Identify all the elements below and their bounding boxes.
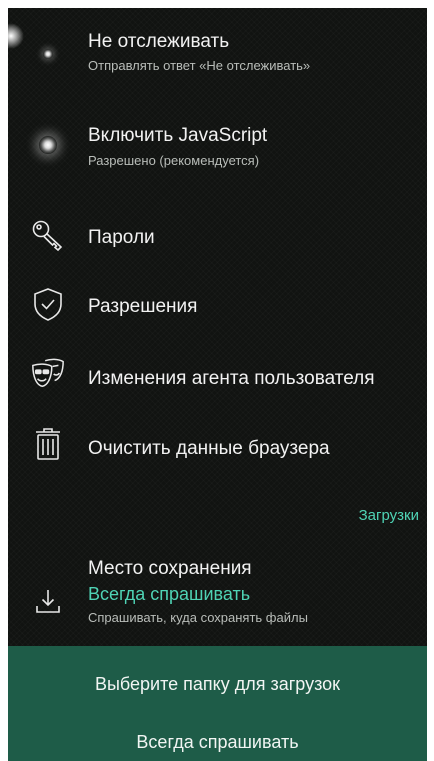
trash-icon: [30, 426, 66, 462]
setting-javascript[interactable]: Включить JavaScript Разрешено (рекоменду…: [8, 118, 427, 188]
setting-subtitle: Отправлять ответ «Не отслеживать»: [88, 58, 311, 73]
section-header-downloads: Загрузки: [358, 507, 419, 524]
setting-subtitle: Спрашивать, куда сохранять файлы: [88, 610, 308, 625]
setting-value: Всегда спрашивать: [88, 584, 251, 604]
setting-title: Разрешения: [88, 296, 198, 317]
setting-title: Место сохранения: [88, 558, 252, 579]
setting-download-location[interactable]: Место сохранения Всегда спрашивать Спраш…: [8, 553, 427, 633]
setting-clear-data[interactable]: Очистить данные браузера: [8, 421, 427, 471]
setting-title: Не отслеживать: [88, 31, 230, 52]
sheet-option-always-ask[interactable]: Всегда спрашивать: [8, 732, 427, 753]
glow-dot-icon: [30, 36, 66, 72]
setting-do-not-track[interactable]: Не отслеживать Отправлять ответ «Не отсл…: [8, 26, 427, 96]
settings-screen: Не отслеживать Отправлять ответ «Не отсл…: [8, 8, 427, 761]
download-folder-sheet: Выберите папку для загрузок Всегда спраш…: [8, 646, 427, 761]
shield-check-icon: [30, 286, 66, 322]
key-icon: [30, 218, 66, 254]
download-icon: [30, 583, 66, 619]
setting-title: Изменения агента пользователя: [88, 368, 375, 389]
setting-title: Очистить данные браузера: [88, 438, 330, 459]
setting-title: Включить JavaScript: [88, 125, 268, 146]
sheet-title: Выберите папку для загрузок: [94, 674, 341, 694]
glow-dot-icon: [30, 127, 66, 163]
setting-user-agent[interactable]: Изменения агента пользователя: [8, 351, 427, 401]
setting-permissions[interactable]: Разрешения: [8, 283, 427, 333]
setting-title: Пароли: [88, 227, 155, 248]
masks-icon: [30, 355, 66, 391]
setting-passwords[interactable]: Пароли: [8, 213, 427, 263]
setting-subtitle: Разрешено (рекомендуется): [88, 153, 260, 168]
